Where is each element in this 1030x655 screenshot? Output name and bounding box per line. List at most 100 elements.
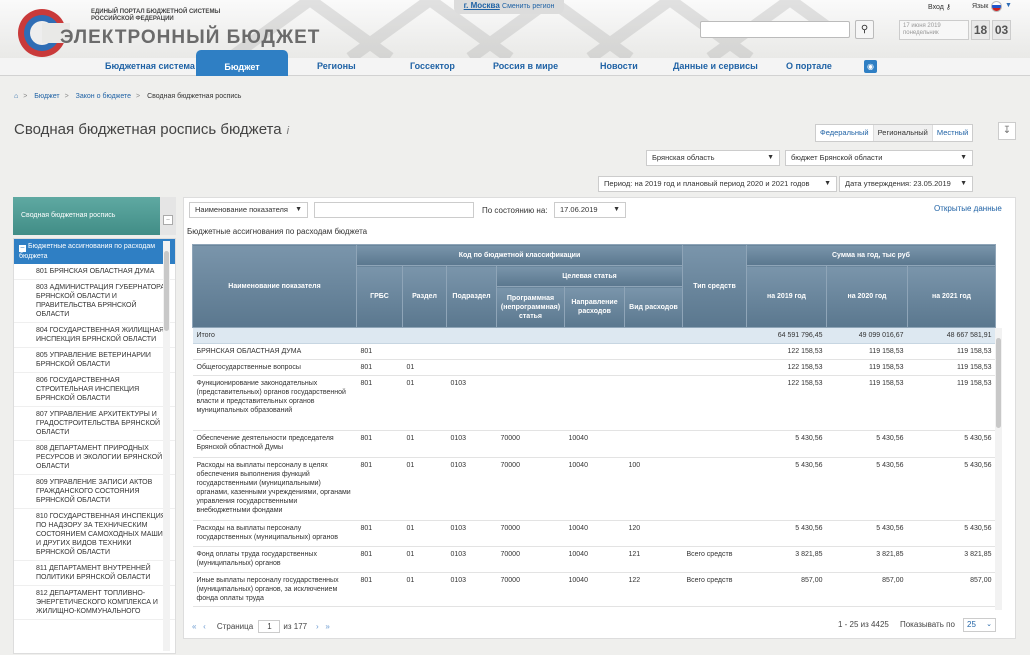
period-select-value: Период: на 2019 год и плановый период 20… [604,179,810,188]
search-button[interactable]: ⚲ [855,20,874,39]
table-row[interactable]: Расходы на выплаты персоналу государстве… [192,520,996,547]
col-header-2019[interactable]: на 2019 год [746,265,827,328]
table-row[interactable]: Фонд оплаты труда государственных (муниц… [192,546,996,573]
nav-data-services[interactable]: Данные и сервисы [673,58,758,76]
lock-icon[interactable]: ◉ [864,60,877,73]
cell-direction [564,343,625,360]
as-of-date-select[interactable]: 17.06.2019 ▼ [554,202,626,218]
col-header-2020[interactable]: на 2020 год [826,265,908,328]
cell-type: Всего средств [682,572,747,607]
table-row[interactable]: БРЯНСКАЯ ОБЛАСТНАЯ ДУМА 801 122 158,53 119 … [192,343,996,360]
cell-program: 70000 [496,572,565,607]
nav-russia-world[interactable]: Россия в мире [493,58,558,76]
tab-local[interactable]: Местный [933,125,972,141]
sidebar-scrollbar[interactable] [163,241,170,651]
cell-expense-kind: 122 [624,572,683,607]
lang-dropdown-icon[interactable]: ▼ [1005,2,1012,9]
approval-date-select[interactable]: Дата утверждения: 23.05.2019 ▼ [839,176,973,192]
nav-news[interactable]: Новости [600,58,638,76]
first-page-icon[interactable]: « [192,622,196,631]
cell-expense-kind: 100 [624,457,683,521]
nav-about[interactable]: О портале [786,58,832,76]
cell-grbs: 801 [356,572,403,607]
open-data-link[interactable]: Открытые данные [934,204,1002,213]
next-page-icon[interactable]: › [316,622,319,631]
cell-2019: 5 430,56 [746,520,827,547]
sidebar-item[interactable]: 805 УПРАВЛЕНИЕ ВЕТЕРИНАРИИ БРЯНСКОЙ ОБЛА… [14,348,175,373]
cell-subsection: 0103 [446,572,497,607]
sidebar-item[interactable]: 804 ГОСУДАРСТВЕННАЯ ЖИЛИЩНАЯ ИНСПЕКЦИЯ Б… [14,323,175,348]
sidebar-item[interactable]: 806 ГОСУДАРСТВЕННАЯ СТРОИТЕЛЬНАЯ ИНСПЕКЦ… [14,373,175,407]
table-row[interactable]: Функционирование законодательных (предст… [192,375,996,431]
col-header-type[interactable]: Тип средств [682,244,747,328]
col-header-name[interactable]: Наименование показателя [192,244,357,328]
sidebar-item[interactable]: 803 АДМИНИСТРАЦИЯ ГУБЕРНАТОРА БРЯНСКОЙ О… [14,280,175,323]
sidebar-item[interactable]: 812 ДЕПАРТАМЕНТ ТОПЛИВНО-ЭНЕРГЕТИЧЕСКОГО… [14,586,175,620]
language-link[interactable]: Язык [972,3,988,10]
prev-page-icon[interactable]: ‹ [203,622,206,631]
col-header-2021[interactable]: на 2021 год [907,265,996,328]
last-page-icon[interactable]: » [325,622,329,631]
sidebar-item[interactable]: 811 ДЕПАРТАМЕНТ ВНУТРЕННЕЙ ПОЛИТИКИ БРЯН… [14,561,175,586]
col-header-direction[interactable]: Направление расходов [564,286,625,328]
cell-2020: 5 430,56 [826,520,908,547]
region-select[interactable]: Брянская область ▼ [646,150,780,166]
cell-name: Итого [192,327,357,344]
table-scrollbar[interactable] [995,328,1002,610]
col-header-subsection[interactable]: Подраздел [446,265,497,328]
col-header-expense-kind[interactable]: Вид расходов [624,286,683,328]
page-size-select[interactable]: 25 ⌄ [963,618,996,632]
time-hours: 18 [971,20,990,40]
table-row[interactable]: Расходы на выплаты персоналу в целях обе… [192,457,996,521]
tab-federal[interactable]: Федеральный [816,125,874,141]
sidebar-item[interactable]: 810 ГОСУДАРСТВЕННАЯ ИНСПЕКЦИЯ ПО НАДЗОРУ… [14,509,175,561]
cell-direction: 10040 [564,430,625,458]
table-row[interactable]: Общегосударственные вопросы 801 01 122 158,… [192,359,996,376]
cell-section [402,343,447,360]
city-selector[interactable]: г. Москва Сменить регион [454,0,564,14]
change-region-link[interactable]: Сменить регион [502,3,554,10]
cell-name: Обеспечение деятельности председателя Бр… [192,430,357,458]
cell-name: БРЯНСКАЯ ОБЛАСТНАЯ ДУМА [192,343,357,360]
table-row[interactable]: Обеспечение деятельности председателя Бр… [192,430,996,458]
cell-expense-kind [624,343,683,360]
page-size-value: 25 [967,620,976,629]
indicator-search-input[interactable] [314,202,474,218]
breadcrumb-budget[interactable]: Бюджет [34,93,59,100]
cell-type [682,457,747,521]
home-icon[interactable]: ⌂ [14,93,18,100]
info-icon[interactable]: i [287,125,289,137]
col-header-grbs[interactable]: ГРБС [356,265,403,328]
search-input[interactable] [700,21,850,38]
nav-budget[interactable]: Бюджет [196,50,288,76]
nav-public-sector[interactable]: Госсектор [410,58,455,76]
cell-2021: 119 158,53 [907,359,996,376]
table-row-total[interactable]: Итого 64 591 796,45 49 099 016,67 48 667 58… [192,327,996,344]
table-scrollbar-thumb[interactable] [996,338,1001,428]
col-header-program[interactable]: Программная (непрограммная) статья [496,286,565,328]
sidebar-item[interactable]: 808 ДЕПАРТАМЕНТ ПРИРОДНЫХ РЕСУРСОВ И ЭКО… [14,441,175,475]
sidebar-scrollbar-thumb[interactable] [164,251,169,331]
table-row[interactable]: Иные выплаты персоналу государственных (… [192,572,996,607]
sidebar-collapse[interactable]: – [160,197,176,235]
budget-select[interactable]: бюджет Брянской области ▼ [785,150,973,166]
tab-regional[interactable]: Региональный [873,125,933,141]
cell-2019: 122 158,53 [746,359,827,376]
cell-2019: 122 158,53 [746,375,827,431]
nav-regions[interactable]: Регионы [317,58,356,76]
login-link[interactable]: Вход ⚷ [928,3,951,11]
download-icon[interactable]: ↧ [998,122,1016,140]
chevron-down-icon: ▼ [613,206,620,213]
city-link[interactable]: г. Москва [464,1,500,10]
page-number-input[interactable]: 1 [258,620,281,633]
nav-budget-system[interactable]: Бюджетная система [105,58,195,76]
flag-icon[interactable] [991,1,1002,12]
sidebar-item[interactable]: 809 УПРАВЛЕНИЕ ЗАПИСИ АКТОВ ГРАЖДАНСКОГО… [14,475,175,509]
col-header-section[interactable]: Раздел [402,265,447,328]
period-select[interactable]: Период: на 2019 год и плановый период 20… [598,176,837,192]
indicator-select[interactable]: Наименование показателя ▼ [189,202,308,218]
sidebar-item-root[interactable]: – Бюджетные ассигнования по расходам бюдж… [14,239,175,264]
sidebar-item[interactable]: 807 УПРАВЛЕНИЕ АРХИТЕКТУРЫ И ГРАДОСТРОИТ… [14,407,175,441]
sidebar-item[interactable]: 801 БРЯНСКАЯ ОБЛАСТНАЯ ДУМА [14,264,175,280]
breadcrumb-law[interactable]: Закон о бюджете [76,93,131,100]
